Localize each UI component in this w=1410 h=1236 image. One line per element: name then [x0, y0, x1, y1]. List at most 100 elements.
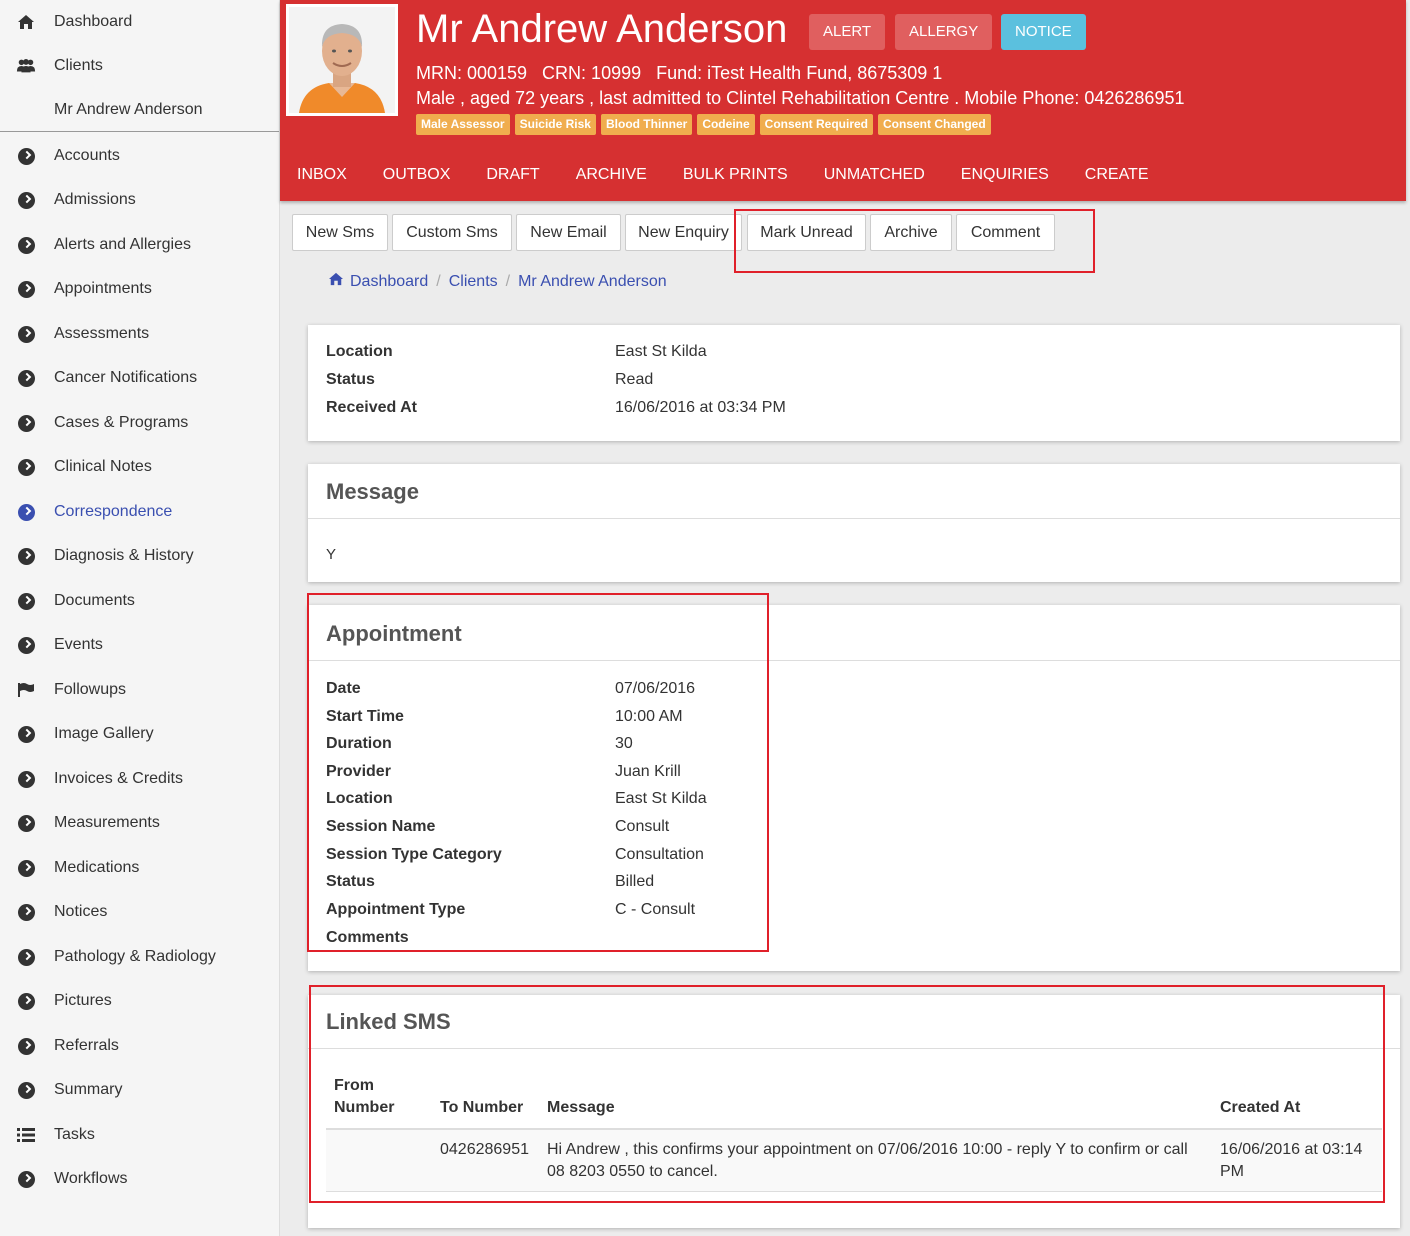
- sidebar-item-invoices-credits[interactable]: Invoices & Credits: [0, 757, 279, 801]
- breadcrumb-separator: /: [436, 272, 441, 290]
- sidebar-item-notices[interactable]: Notices: [0, 890, 279, 934]
- sidebar-item-dashboard[interactable]: Dashboard: [0, 0, 279, 44]
- message-title: Message: [326, 479, 419, 504]
- sidebar-item-label: Image Gallery: [54, 725, 154, 742]
- chevron-circle-icon: [16, 368, 36, 388]
- card-divider: [308, 660, 1400, 661]
- tab-enquiries[interactable]: ENQUIRIES: [961, 166, 1049, 184]
- chevron-circle-icon: [16, 502, 36, 522]
- sms-to: 0426286951: [440, 1141, 529, 1158]
- sidebar-item-label: Cases & Programs: [54, 414, 189, 431]
- sidebar-item-label: Mr Andrew Anderson: [54, 101, 203, 118]
- archive-button[interactable]: Archive: [870, 214, 952, 251]
- chevron-circle-icon: [16, 1036, 36, 1056]
- sidebar-item-clients[interactable]: Clients: [0, 44, 279, 88]
- table-row[interactable]: 0426286951 Hi Andrew , this confirms you…: [326, 1130, 1382, 1192]
- chevron-circle-icon: [16, 858, 36, 878]
- sidebar-item-correspondence[interactable]: Correspondence: [0, 490, 279, 534]
- sidebar-item-cases-programs[interactable]: Cases & Programs: [0, 401, 279, 445]
- sidebar-item-label: Summary: [54, 1081, 123, 1098]
- appointment-card: Appointment Date 07/06/2016 Start Time 1…: [308, 605, 1400, 971]
- breadcrumb-dashboard[interactable]: Dashboard: [350, 273, 428, 291]
- appointment-key: Comments: [326, 929, 409, 946]
- chevron-circle-icon: [16, 146, 36, 166]
- detail-value: 16/06/2016 at 03:34 PM: [615, 399, 786, 416]
- flag-icon: [16, 680, 36, 700]
- sidebar-item-referrals[interactable]: Referrals: [0, 1024, 279, 1068]
- sidebar-item-label: Dashboard: [54, 13, 133, 30]
- sidebar-item-admissions[interactable]: Admissions: [0, 178, 279, 222]
- appointment-value: East St Kilda: [615, 790, 707, 807]
- sidebar-item-cancer-notifications[interactable]: Cancer Notifications: [0, 356, 279, 400]
- appointment-value: C - Consult: [615, 901, 696, 918]
- mark-unread-button[interactable]: Mark Unread: [747, 214, 866, 251]
- sidebar-item-followups[interactable]: Followups: [0, 668, 279, 712]
- sidebar-item-pathology-radiology[interactable]: Pathology & Radiology: [0, 935, 279, 979]
- appointment-key: Duration: [326, 735, 392, 752]
- card-divider: [308, 518, 1400, 519]
- linked-sms-title: Linked SMS: [326, 1009, 451, 1034]
- detail-value: East St Kilda: [615, 343, 707, 360]
- new-email-button[interactable]: New Email: [516, 214, 621, 251]
- new-sms-button[interactable]: New Sms: [292, 214, 388, 251]
- sidebar-item-medications[interactable]: Medications: [0, 846, 279, 890]
- sidebar-item-patient[interactable]: Mr Andrew Anderson: [0, 88, 279, 132]
- sidebar-item-alerts-allergies[interactable]: Alerts and Allergies: [0, 223, 279, 267]
- notice-button[interactable]: NOTICE: [1001, 14, 1086, 50]
- sidebar-item-accounts[interactable]: Accounts: [0, 134, 279, 178]
- tab-bulk-prints[interactable]: BULK PRINTS: [683, 166, 788, 184]
- sidebar-item-label: Clinical Notes: [54, 458, 152, 475]
- comment-button[interactable]: Comment: [956, 214, 1055, 251]
- chevron-circle-icon: [16, 591, 36, 611]
- tab-unmatched[interactable]: UNMATCHED: [824, 166, 925, 184]
- sidebar-item-summary[interactable]: Summary: [0, 1068, 279, 1112]
- sidebar-item-clinical-notes[interactable]: Clinical Notes: [0, 445, 279, 489]
- appointment-value: Juan Krill: [615, 763, 681, 780]
- sidebar-item-tasks[interactable]: Tasks: [0, 1113, 279, 1157]
- tab-archive[interactable]: ARCHIVE: [576, 166, 647, 184]
- sidebar-item-label: Cancer Notifications: [54, 369, 198, 386]
- breadcrumb-patient[interactable]: Mr Andrew Anderson: [518, 273, 667, 291]
- chevron-circle-icon: [16, 1169, 36, 1189]
- sidebar-item-appointments[interactable]: Appointments: [0, 267, 279, 311]
- breadcrumb-clients[interactable]: Clients: [449, 273, 498, 291]
- sidebar-item-label: Workflows: [54, 1170, 128, 1187]
- allergy-button[interactable]: ALLERGY: [895, 14, 993, 50]
- alert-button[interactable]: ALERT: [809, 14, 886, 50]
- column-header-message: Message: [547, 1099, 615, 1116]
- tab-create[interactable]: CREATE: [1085, 166, 1149, 184]
- message-card: Message Y: [308, 464, 1400, 582]
- details-card: Location East St Kilda Status Read Recei…: [308, 325, 1400, 441]
- appointment-key: Appointment Type: [326, 901, 466, 918]
- sidebar-item-label: Followups: [54, 681, 127, 698]
- sidebar-item-image-gallery[interactable]: Image Gallery: [0, 712, 279, 756]
- sidebar-item-diagnosis-history[interactable]: Diagnosis & History: [0, 534, 279, 578]
- patient-photo: [286, 4, 398, 116]
- sidebar-item-measurements[interactable]: Measurements: [0, 801, 279, 845]
- column-header-to: To Number: [440, 1099, 524, 1116]
- sidebar-item-documents[interactable]: Documents: [0, 579, 279, 623]
- breadcrumb: Dashboard / Clients / Mr Andrew Anderson: [328, 272, 667, 291]
- tag-badge[interactable]: Blood Thinner: [600, 114, 693, 135]
- message-body: Y: [326, 546, 337, 563]
- sidebar-item-pictures[interactable]: Pictures: [0, 979, 279, 1023]
- tab-outbox[interactable]: OUTBOX: [383, 166, 451, 184]
- new-enquiry-button[interactable]: New Enquiry: [625, 214, 742, 251]
- tag-badge[interactable]: Suicide Risk: [514, 114, 596, 135]
- detail-key: Location: [326, 343, 393, 360]
- tab-draft[interactable]: DRAFT: [486, 166, 539, 184]
- tag-badge[interactable]: Male Assessor: [416, 114, 510, 135]
- sidebar-item-label: Admissions: [54, 191, 136, 208]
- tag-badge[interactable]: Consent Changed: [878, 114, 991, 135]
- tag-badge[interactable]: Codeine: [697, 114, 755, 135]
- chevron-circle-icon: [16, 1080, 36, 1100]
- sidebar-item-assessments[interactable]: Assessments: [0, 312, 279, 356]
- tab-inbox[interactable]: INBOX: [297, 166, 347, 184]
- sidebar-item-label: Accounts: [54, 147, 120, 164]
- custom-sms-button[interactable]: Custom Sms: [392, 214, 512, 251]
- chevron-circle-icon: [16, 902, 36, 922]
- sidebar-item-events[interactable]: Events: [0, 623, 279, 667]
- sidebar-item-workflows[interactable]: Workflows: [0, 1157, 279, 1201]
- tag-badge[interactable]: Consent Required: [759, 114, 873, 135]
- chevron-circle-icon: [16, 947, 36, 967]
